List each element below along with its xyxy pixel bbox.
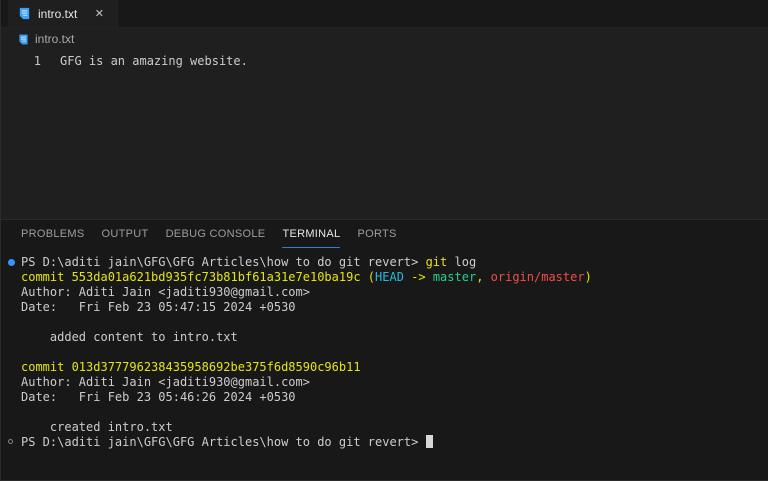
terminal-text-segment: PS D:\aditi jain\GFG\GFG Articles\how to… bbox=[21, 255, 426, 269]
terminal-line: commit 013d377796238435958692be375f6d859… bbox=[1, 360, 768, 375]
terminal-text-segment: ) bbox=[585, 270, 592, 284]
terminal-text-segment: , bbox=[476, 270, 490, 284]
vscode-window: intro.txt ✕ intro.txt 1 GFG is an amazin… bbox=[0, 0, 768, 481]
panel-tab-debug-console[interactable]: DEBUG CONSOLE bbox=[166, 220, 266, 248]
terminal-text-segment: log bbox=[447, 255, 476, 269]
terminal-line: created intro.txt bbox=[1, 420, 768, 435]
editor-area[interactable]: 1 GFG is an amazing website. bbox=[1, 50, 768, 219]
command-decoration-icon bbox=[8, 259, 15, 266]
panel-tab-problems[interactable]: PROBLEMS bbox=[21, 220, 85, 248]
text-file-icon bbox=[17, 33, 30, 46]
panel-tab-output[interactable]: OUTPUT bbox=[102, 220, 149, 248]
tab-label: intro.txt bbox=[38, 7, 77, 21]
panel-tab-ports[interactable]: PORTS bbox=[357, 220, 396, 248]
bottom-panel: PROBLEMS OUTPUT DEBUG CONSOLE TERMINAL P… bbox=[1, 219, 768, 480]
terminal-line bbox=[1, 405, 768, 420]
panel-tab-terminal[interactable]: TERMINAL bbox=[282, 220, 340, 248]
terminal-line: Author: Aditi Jain <jaditi930@gmail.com> bbox=[1, 285, 768, 300]
line-number: 1 bbox=[1, 53, 41, 70]
terminal-line: added content to intro.txt bbox=[1, 330, 768, 345]
terminal-text-segment: -> bbox=[404, 270, 433, 284]
code-text: GFG is an amazing website. bbox=[41, 53, 248, 70]
terminal-text-segment: commit 553da01a621bd935fc73b81bf61a31e7e… bbox=[21, 270, 375, 284]
terminal-line: Date: Fri Feb 23 05:47:15 2024 +0530 bbox=[1, 300, 768, 315]
terminal-text-segment: Date: Fri Feb 23 05:46:26 2024 +0530 bbox=[21, 390, 296, 404]
terminal-text-segment: added content to intro.txt bbox=[21, 330, 238, 344]
terminal-text-segment: Author: Aditi Jain <jaditi930@gmail.com> bbox=[21, 375, 310, 389]
terminal-text-segment: HEAD bbox=[375, 270, 404, 284]
terminal-text-segment: PS D:\aditi jain\GFG\GFG Articles\how to… bbox=[21, 435, 426, 449]
terminal-text-segment: commit 013d377796238435958692be375f6d859… bbox=[21, 360, 361, 374]
terminal[interactable]: PS D:\aditi jain\GFG\GFG Articles\how to… bbox=[1, 248, 768, 480]
terminal-text-segment: git bbox=[426, 255, 448, 269]
terminal-text-segment: master bbox=[433, 270, 476, 284]
command-decoration-icon bbox=[8, 439, 13, 444]
terminal-line: PS D:\aditi jain\GFG\GFG Articles\how to… bbox=[1, 255, 768, 270]
terminal-line: PS D:\aditi jain\GFG\GFG Articles\how to… bbox=[1, 435, 768, 450]
terminal-line bbox=[1, 345, 768, 360]
text-file-icon bbox=[17, 6, 32, 21]
terminal-line: Author: Aditi Jain <jaditi930@gmail.com> bbox=[1, 375, 768, 390]
terminal-text-segment: origin/master bbox=[491, 270, 585, 284]
tab-intro-txt[interactable]: intro.txt ✕ bbox=[8, 0, 118, 27]
terminal-cursor bbox=[426, 435, 433, 448]
terminal-text-segment: created intro.txt bbox=[21, 420, 173, 434]
terminal-text-segment: Date: Fri Feb 23 05:47:15 2024 +0530 bbox=[21, 300, 296, 314]
panel-tab-bar: PROBLEMS OUTPUT DEBUG CONSOLE TERMINAL P… bbox=[1, 220, 768, 248]
terminal-line bbox=[1, 315, 768, 330]
close-icon[interactable]: ✕ bbox=[91, 6, 107, 22]
terminal-line: commit 553da01a621bd935fc73b81bf61a31e7e… bbox=[1, 270, 768, 285]
terminal-line: Date: Fri Feb 23 05:46:26 2024 +0530 bbox=[1, 390, 768, 405]
breadcrumb-item-filename[interactable]: intro.txt bbox=[35, 32, 74, 46]
terminal-text-segment: Author: Aditi Jain <jaditi930@gmail.com> bbox=[21, 285, 310, 299]
breadcrumb[interactable]: intro.txt bbox=[1, 28, 768, 50]
code-line: 1 GFG is an amazing website. bbox=[1, 53, 768, 70]
editor-tab-bar: intro.txt ✕ bbox=[1, 0, 768, 28]
